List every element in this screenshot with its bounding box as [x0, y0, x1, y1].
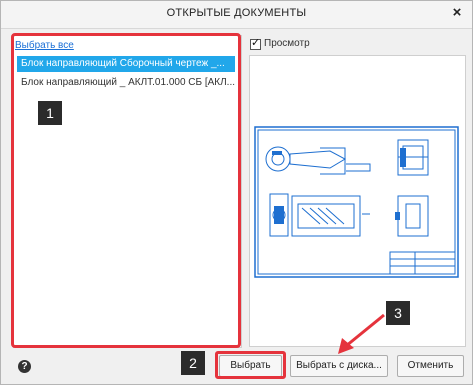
cancel-button[interactable]: Отменить: [397, 355, 464, 377]
annotation-arrow: [338, 313, 385, 354]
checkmark-icon: ✓: [251, 37, 261, 49]
help-icon[interactable]: ?: [18, 360, 31, 373]
document-list-item[interactable]: Блок направляющий Сборочный чертеж _...: [17, 56, 235, 72]
select-button[interactable]: Выбрать: [219, 355, 282, 377]
annotation-badge-2: 2: [181, 351, 205, 375]
preview-checkbox[interactable]: ✓: [250, 37, 261, 50]
close-button[interactable]: ×: [448, 4, 466, 22]
dialog-titlebar: ОТКРЫТЫЕ ДОКУМЕНТЫ ×: [1, 1, 472, 29]
drawing-thumbnail: [254, 126, 459, 278]
annotation-badge-1: 1: [38, 101, 62, 125]
preview-pane: [249, 55, 466, 347]
select-all-link[interactable]: Выбрать все: [15, 40, 74, 51]
document-list-item[interactable]: Блок направляющий _ АКЛТ.01.000 СБ [АКЛ.…: [17, 75, 235, 91]
dialog-title: ОТКРЫТЫЕ ДОКУМЕНТЫ: [166, 7, 307, 19]
preview-checkbox-label: Просмотр: [264, 38, 310, 49]
